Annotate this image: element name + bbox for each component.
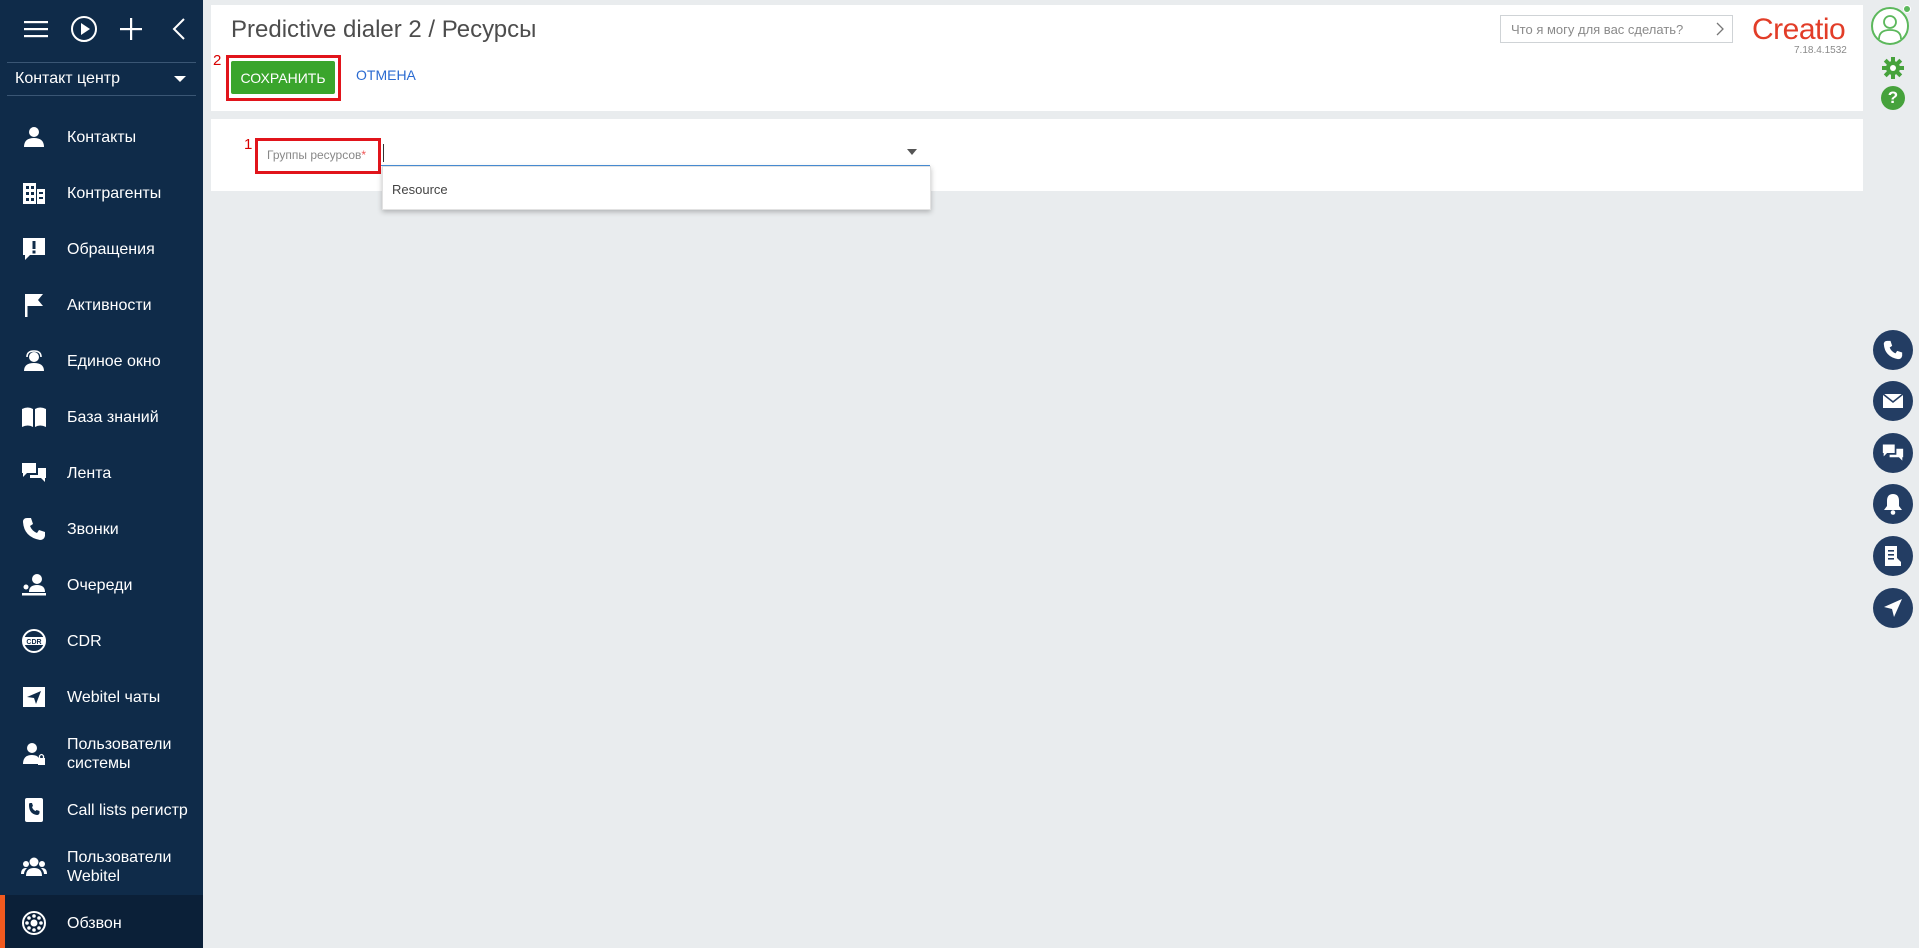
operator-icon <box>19 346 49 376</box>
sidebar-item-label: Call lists регистр <box>67 801 188 819</box>
users-icon <box>19 852 49 882</box>
gear-icon[interactable] <box>1881 56 1905 85</box>
sidebar-item-label: Пользователи системы <box>67 735 172 772</box>
phone-icon <box>1883 340 1903 360</box>
sidebar-item-cases[interactable]: Обращения <box>0 221 203 277</box>
building-icon <box>19 178 49 208</box>
phone-book-icon <box>19 795 49 825</box>
sidebar-item-label: Пользователи Webitel <box>67 848 172 885</box>
sidebar-item-label: Лента <box>67 464 112 482</box>
chat-bubbles-icon <box>19 458 49 488</box>
sidebar-nav: Контакты Контрагенты Обращения Активност… <box>0 109 203 948</box>
sidebar-item-label: Звонки <box>67 520 119 538</box>
cdr-icon: CDR <box>19 626 49 656</box>
sidebar-item-queues[interactable]: Очереди <box>0 557 203 613</box>
annotation-marker-1: 1 <box>244 136 253 153</box>
help-icon[interactable]: ? <box>1881 86 1905 110</box>
annotation-marker-2: 2 <box>213 52 222 69</box>
sidebar-item-label: Webitel чаты <box>67 688 161 706</box>
command-line-input[interactable]: Что я могу для вас сделать? <box>1500 15 1733 43</box>
chevron-down-icon <box>174 76 186 82</box>
sidebar-item-label: Контрагенты <box>67 184 162 202</box>
sidebar-item-label: Обзвон <box>67 914 122 932</box>
field-label-text: Группы ресурсов <box>267 148 362 162</box>
sidebar-item-label: CDR <box>67 632 102 650</box>
user-lock-icon <box>19 739 49 769</box>
sidebar-item-label: Очереди <box>67 576 133 594</box>
save-button[interactable]: СОХРАНИТЬ <box>231 61 335 94</box>
sidebar-item-label: База знаний <box>67 408 159 426</box>
page-title: Predictive dialer 2 / Ресурсы <box>231 16 537 43</box>
chevron-down-icon[interactable] <box>907 149 917 155</box>
chevron-right-icon[interactable] <box>1716 22 1724 39</box>
sidebar-item-contacts[interactable]: Контакты <box>0 109 203 165</box>
paper-plane-icon <box>1884 599 1902 617</box>
chats-panel-button[interactable] <box>1873 588 1913 628</box>
notifications-panel-button[interactable] <box>1873 484 1913 524</box>
dropdown-option[interactable]: Resource <box>392 182 448 197</box>
sidebar-item-webitel-chats[interactable]: Webitel чаты <box>0 669 203 725</box>
dial-icon <box>19 908 49 938</box>
sidebar: Контакт центр Контакты Контрагенты Обращ… <box>0 0 203 948</box>
text-cursor <box>383 144 384 162</box>
sidebar-item-calls[interactable]: Звонки <box>0 501 203 557</box>
cancel-button[interactable]: ОТМЕНА <box>356 67 416 83</box>
resource-groups-label: Группы ресурсов* <box>267 148 366 162</box>
document-icon <box>1885 546 1901 566</box>
email-panel-button[interactable] <box>1873 381 1913 421</box>
tasks-panel-button[interactable] <box>1873 536 1913 576</box>
person-icon <box>19 122 49 152</box>
plus-icon[interactable] <box>108 0 156 58</box>
phone-panel-button[interactable] <box>1873 330 1913 370</box>
menu-icon[interactable] <box>12 0 60 58</box>
sidebar-item-activities[interactable]: Активности <box>0 277 203 333</box>
sidebar-item-dialer[interactable]: Обзвон <box>0 895 203 948</box>
play-icon[interactable] <box>60 0 108 58</box>
paper-plane-icon <box>19 682 49 712</box>
sidebar-item-single-window[interactable]: Единое окно <box>0 333 203 389</box>
flag-icon <box>19 290 49 320</box>
required-marker: * <box>361 148 367 162</box>
resource-groups-dropdown: Resource <box>382 166 931 210</box>
resource-groups-input[interactable] <box>381 139 930 166</box>
bell-icon <box>1884 494 1902 515</box>
version-label: 7.18.4.1532 <box>1794 45 1847 56</box>
sidebar-toolbar <box>0 0 203 58</box>
workplace-label: Контакт центр <box>15 70 120 87</box>
sidebar-item-feed[interactable]: Лента <box>0 445 203 501</box>
sidebar-item-accounts[interactable]: Контрагенты <box>0 165 203 221</box>
sidebar-item-label: Единое окно <box>67 352 161 370</box>
search-placeholder: Что я могу для вас сделать? <box>1511 21 1684 37</box>
feed-panel-button[interactable] <box>1873 433 1913 473</box>
sidebar-item-cdr[interactable]: CDR CDR <box>0 613 203 669</box>
book-icon <box>19 402 49 432</box>
sidebar-item-system-users[interactable]: Пользователи системы <box>0 725 203 782</box>
collapse-chevron-icon[interactable] <box>155 0 203 58</box>
sidebar-item-label: Контакты <box>67 128 137 146</box>
chat-bubbles-icon <box>1882 444 1904 461</box>
exclamation-icon <box>19 234 49 264</box>
user-profile-avatar[interactable] <box>1871 5 1911 45</box>
phone-icon <box>19 514 49 544</box>
queue-icon <box>19 570 49 600</box>
svg-text:CDR: CDR <box>26 639 41 646</box>
sidebar-item-label: Обращения <box>67 240 155 258</box>
sidebar-item-label: Активности <box>67 296 152 314</box>
workplace-selector[interactable]: Контакт центр <box>7 62 196 96</box>
sidebar-item-webitel-users[interactable]: Пользователи Webitel <box>0 838 203 895</box>
creatio-logo: Creatio <box>1752 13 1846 46</box>
page-header: Predictive dialer 2 / Ресурсы 2 СОХРАНИТ… <box>211 5 1863 111</box>
sidebar-item-call-lists[interactable]: Call lists регистр <box>0 782 203 838</box>
sidebar-item-knowledge-base[interactable]: База знаний <box>0 389 203 445</box>
online-status-dot <box>1903 5 1911 13</box>
envelope-icon <box>1882 393 1904 408</box>
